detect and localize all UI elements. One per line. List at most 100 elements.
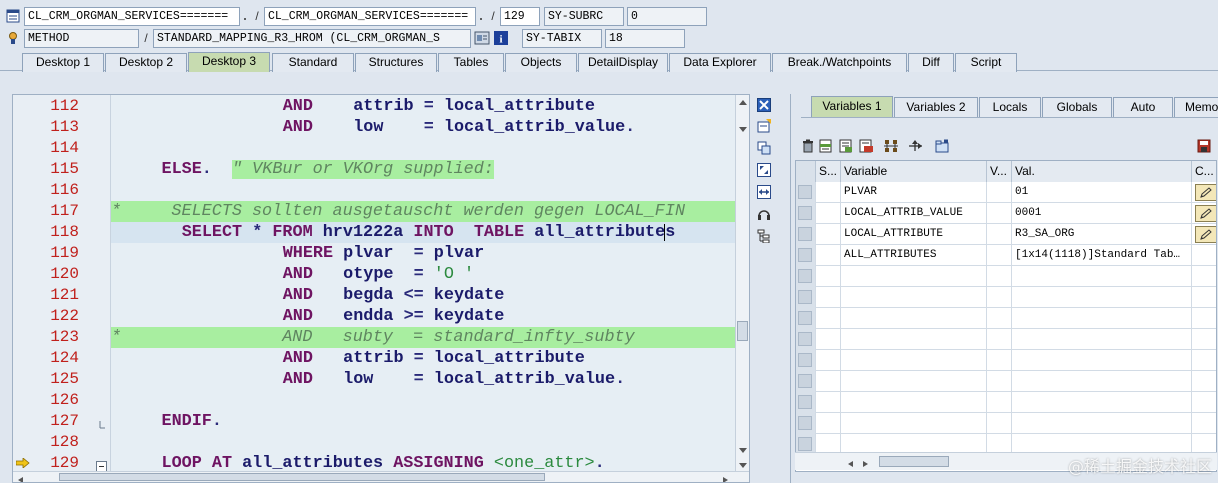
cell-value[interactable] — [1012, 266, 1192, 287]
variable-row[interactable]: LOCAL_ATTRIB_VALUE 0001 — [796, 203, 1216, 224]
tab-desktop-1[interactable]: Desktop 1 — [22, 53, 104, 72]
cell-value[interactable]: 0001 — [1012, 203, 1192, 224]
scroll-down-icon-a[interactable] — [738, 444, 748, 458]
cell-variable-name[interactable]: ALL_ATTRIBUTES — [841, 245, 987, 266]
cell-value[interactable]: R3_SA_ORG — [1012, 224, 1192, 245]
row-selector-box[interactable] — [798, 269, 812, 283]
row-selector[interactable] — [796, 245, 816, 266]
maximize-tool-icon[interactable] — [755, 161, 773, 179]
hierarchy-icon[interactable] — [883, 137, 901, 155]
grid-scroll-left-icon[interactable] — [847, 457, 855, 471]
source-code-editor[interactable]: 112 113 114 115 116 117 118 119 120 121 122 123 124 1… — [12, 94, 750, 483]
editor-scroll-thumb[interactable] — [737, 321, 748, 341]
cell-variable-name[interactable] — [841, 329, 987, 350]
variable-row[interactable]: LOCAL_ATTRIBUTE R3_SA_ORG — [796, 224, 1216, 245]
new-tool-icon[interactable] — [755, 117, 773, 135]
code-line[interactable]: * SELECTS sollten ausgetauscht werden ge… — [111, 201, 737, 222]
variable-row[interactable] — [796, 308, 1216, 329]
variable-row[interactable]: ALL_ATTRIBUTES [1x14(1118)]Standard Tab… — [796, 245, 1216, 266]
row-selector-box[interactable] — [798, 206, 812, 220]
scroll-up-icon[interactable] — [738, 97, 748, 111]
tab-auto[interactable]: Auto — [1113, 97, 1173, 117]
code-area[interactable]: AND attrib = local_attribute AND low = lo… — [111, 95, 737, 473]
tab-breakpoints-watchpoints[interactable]: Break./Watchpoints — [772, 53, 907, 72]
tab-data-explorer[interactable]: Data Explorer — [669, 53, 771, 72]
headset-tool-icon[interactable] — [755, 205, 773, 223]
tab-memory[interactable]: Memory — [1174, 97, 1218, 117]
include-field[interactable]: CL_CRM_ORGMAN_SERVICES======= — [264, 6, 476, 26]
cell-value[interactable]: [1x14(1118)]Standard Tab… — [1012, 245, 1192, 266]
editor-vertical-scrollbar[interactable] — [735, 95, 749, 473]
tab-script[interactable]: Script — [955, 53, 1017, 72]
display-source-icon[interactable] — [474, 30, 490, 46]
tab-globals[interactable]: Globals — [1042, 97, 1112, 117]
tab-tables[interactable]: Tables — [438, 53, 504, 72]
cell-variable-name[interactable] — [841, 350, 987, 371]
col-header-s[interactable]: S... — [816, 161, 841, 182]
scroll-left-icon[interactable] — [17, 473, 25, 482]
edit-pencil-icon[interactable] — [1195, 205, 1216, 222]
row-selector[interactable] — [796, 266, 816, 287]
code-line[interactable]: AND attrib = local_attribute — [111, 96, 737, 117]
scroll-right-icon[interactable] — [721, 473, 729, 482]
row-selector-box[interactable] — [798, 437, 812, 451]
code-line[interactable]: AND low = local_attrib_value. — [111, 369, 737, 390]
info-icon[interactable]: i — [493, 30, 509, 46]
variable-row[interactable] — [796, 287, 1216, 308]
cell-variable-name[interactable] — [841, 413, 987, 434]
insert-row-icon[interactable] — [817, 137, 835, 155]
col-header-variable[interactable]: Variable — [841, 161, 987, 182]
swap-tool-icon[interactable] — [755, 139, 773, 157]
row-selector-box[interactable] — [798, 227, 812, 241]
code-line[interactable]: AND attrib = local_attribute — [111, 348, 737, 369]
cell-value[interactable] — [1012, 371, 1192, 392]
tab-variables-1[interactable]: Variables 1 — [811, 96, 893, 117]
row-selector-box[interactable] — [798, 416, 812, 430]
tab-locals[interactable]: Locals — [979, 97, 1041, 117]
cell-variable-name[interactable]: LOCAL_ATTRIB_VALUE — [841, 203, 987, 224]
row-selector-box[interactable] — [798, 353, 812, 367]
cell-variable-name[interactable] — [841, 308, 987, 329]
cell-value[interactable] — [1012, 392, 1192, 413]
structure-tool-icon[interactable] — [755, 227, 773, 245]
tab-variables-2[interactable]: Variables 2 — [894, 97, 978, 117]
row-selector-box[interactable] — [798, 311, 812, 325]
transfer-icon[interactable] — [907, 137, 925, 155]
cell-value[interactable]: 01 — [1012, 182, 1192, 203]
row-selector-box[interactable] — [798, 248, 812, 262]
tab-desktop-2[interactable]: Desktop 2 — [105, 53, 187, 72]
code-line[interactable]: AND endda >= keydate — [111, 306, 737, 327]
cell-variable-name[interactable]: LOCAL_ATTRIBUTE — [841, 224, 987, 245]
program-field-more-icon[interactable] — [240, 8, 250, 24]
code-line[interactable]: WHERE plvar = plvar — [111, 243, 737, 264]
cell-variable-name[interactable] — [841, 266, 987, 287]
code-line[interactable]: AND low = local_attrib_value. — [111, 117, 737, 138]
row-selector[interactable] — [796, 287, 816, 308]
variable-row[interactable] — [796, 413, 1216, 434]
row-selector-box[interactable] — [798, 185, 812, 199]
code-line[interactable]: LOOP AT all_attributes ASSIGNING <one_at… — [111, 453, 737, 473]
code-line[interactable]: * AND subty = standard_infty_subty — [111, 327, 737, 348]
col-header-v[interactable]: V... — [987, 161, 1012, 182]
variable-row[interactable] — [796, 371, 1216, 392]
tab-structures[interactable]: Structures — [355, 53, 437, 72]
variable-row[interactable] — [796, 392, 1216, 413]
code-line[interactable] — [111, 390, 737, 411]
row-selector-box[interactable] — [798, 374, 812, 388]
variable-row[interactable] — [796, 266, 1216, 287]
code-line[interactable] — [111, 432, 737, 453]
variable-row[interactable] — [796, 350, 1216, 371]
close-tool-icon[interactable] — [755, 96, 773, 114]
row-selector[interactable] — [796, 413, 816, 434]
variable-row[interactable]: PLVAR 01 — [796, 182, 1216, 203]
breakpoint-gutter[interactable] — [13, 95, 35, 473]
row-selector[interactable] — [796, 224, 816, 245]
append-row-icon[interactable] — [837, 137, 855, 155]
code-line[interactable]: AND begda <= keydate — [111, 285, 737, 306]
editor-horizontal-scrollbar[interactable] — [13, 471, 749, 482]
code-line[interactable] — [111, 180, 737, 201]
cell-value[interactable] — [1012, 413, 1192, 434]
editor-hscroll-thumb[interactable] — [59, 473, 545, 481]
tab-standard[interactable]: Standard — [272, 53, 354, 72]
cell-value[interactable] — [1012, 287, 1192, 308]
